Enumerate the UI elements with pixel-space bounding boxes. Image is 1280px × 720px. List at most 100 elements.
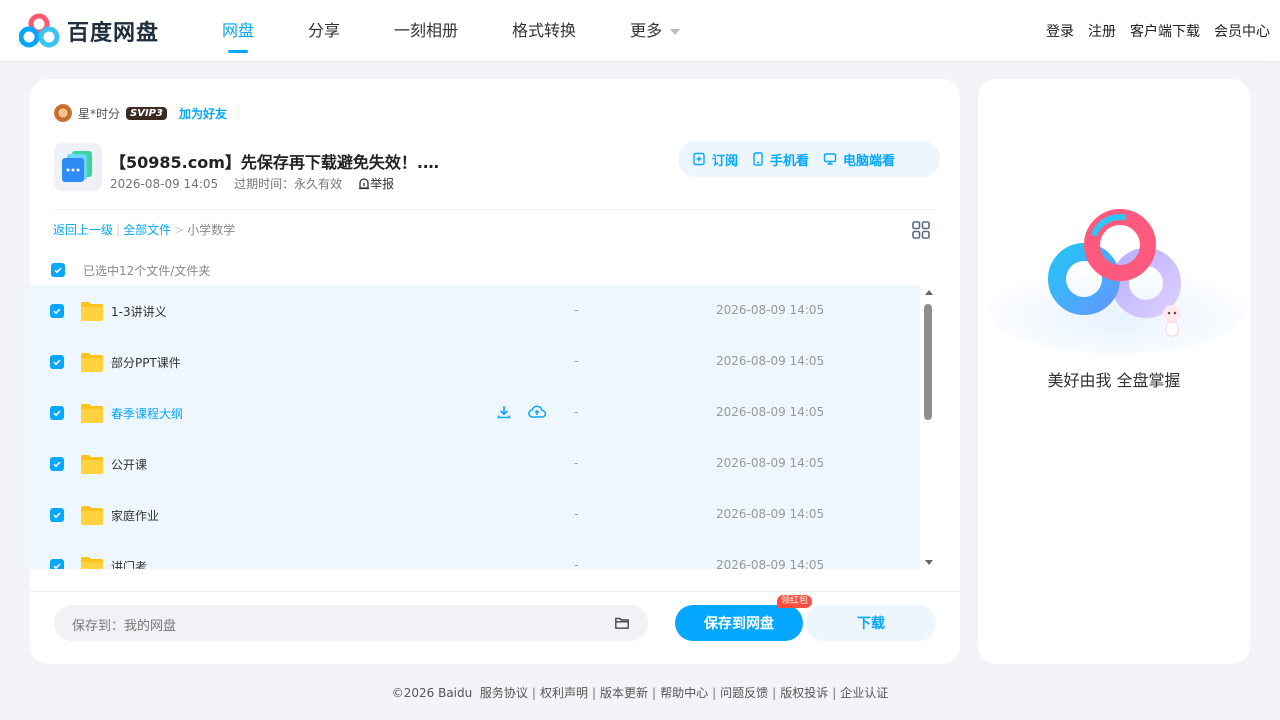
subscribe-button[interactable]: 订阅 <box>692 150 738 169</box>
file-size: - <box>574 354 579 368</box>
row-checkbox[interactable] <box>50 406 64 420</box>
file-size: - <box>574 303 579 317</box>
file-name[interactable]: 1-3讲讲义 <box>111 303 167 320</box>
scroll-up-arrow-icon[interactable] <box>925 290 933 295</box>
select-all-checkbox[interactable] <box>51 263 65 277</box>
breadcrumb-all-files[interactable]: 全部文件 <box>123 223 171 237</box>
nav-tab-more[interactable]: 更多 <box>630 0 681 61</box>
footer-link-version[interactable]: 版本更新 <box>600 686 648 700</box>
login-link[interactable]: 登录 <box>1046 21 1074 41</box>
table-row[interactable]: 讲门考 - 2026-08-09 14:05 <box>30 541 920 569</box>
file-size: - <box>574 405 579 419</box>
nav-label: 一刻相册 <box>394 21 459 40</box>
file-size: - <box>574 558 579 569</box>
footer-separator: | <box>652 686 657 700</box>
subscribe-icon <box>693 152 705 166</box>
add-friend-link[interactable]: 加为好友 <box>179 105 227 122</box>
folder-picker-icon[interactable] <box>614 615 630 631</box>
folder-icon <box>81 506 103 525</box>
file-list-scrollbar[interactable] <box>922 286 936 569</box>
report-label: 举报 <box>370 177 395 191</box>
desktop-view-label: 电脑端看 <box>843 153 896 169</box>
save-to-netdisk-button[interactable]: 保存到网盘 <box>675 605 803 641</box>
netdisk-brand-illustration <box>988 209 1248 354</box>
copyright-text: ©2026 Baidu <box>391 686 473 700</box>
row-checkbox[interactable] <box>50 355 64 369</box>
footer-link-service-agreement[interactable]: 服务协议 <box>480 686 528 700</box>
table-row[interactable]: 家庭作业 - 2026-08-09 14:05 <box>30 490 920 541</box>
file-name[interactable]: 公开课 <box>111 456 147 473</box>
folder-icon <box>81 353 103 372</box>
nav-tab-share[interactable]: 分享 <box>308 0 340 61</box>
footer-link-enterprise[interactable]: 企业认证 <box>840 686 888 700</box>
save-destination-label: 保存到：我的网盘 <box>72 619 177 634</box>
report-icon <box>359 177 370 189</box>
nav-label: 网盘 <box>222 21 255 40</box>
breadcrumb: 返回上一级 | 全部文件 > 小学数学 <box>53 221 235 238</box>
footer-link-feedback[interactable]: 问题反馈 <box>720 686 768 700</box>
red-packet-badge: 领红包 <box>777 595 813 608</box>
netdisk-logo-icon <box>19 13 59 48</box>
footer-link-rights[interactable]: 权利声明 <box>540 686 588 700</box>
main-nav: 网盘 分享 一刻相册 格式转换 更多 <box>222 0 734 61</box>
client-download-link[interactable]: 客户端下载 <box>1130 21 1200 41</box>
row-checkbox[interactable] <box>50 304 64 318</box>
footer-separator: | <box>712 686 717 700</box>
report-link[interactable]: 举报 <box>358 175 410 192</box>
file-name[interactable]: 家庭作业 <box>111 507 159 524</box>
row-checkbox[interactable] <box>50 559 64 569</box>
select-all-row: 已选中12个文件/文件夹 <box>51 262 210 278</box>
page-footer: ©2026 Baidu 服务协议 | 权利声明 | 版本更新 | 帮助中心 | 问题反馈 | 版权投… <box>0 684 1280 701</box>
member-center-link[interactable]: 会员中心 <box>1214 21 1270 41</box>
cloud-save-icon[interactable] <box>528 404 546 420</box>
baidu-netdisk-logo[interactable]: 百度网盘 <box>19 13 159 49</box>
top-navigation-bar: 百度网盘 网盘 分享 一刻相册 格式转换 更多 登录 注册 客户端下载 会员中心 <box>0 0 1280 61</box>
row-checkbox[interactable] <box>50 457 64 471</box>
multi-file-icon <box>62 151 92 182</box>
check-icon <box>54 267 62 274</box>
nav-tab-album[interactable]: 一刻相册 <box>394 0 458 61</box>
footer-link-copyright-complaint[interactable]: 版权投诉 <box>780 686 828 700</box>
register-link[interactable]: 注册 <box>1088 21 1116 41</box>
share-meta: 2026-08-09 14:05 过期时间：永久有效 举报 <box>110 175 426 192</box>
grid-view-icon[interactable] <box>912 221 930 243</box>
svip-badge: SVIP3 <box>126 106 167 120</box>
file-name[interactable]: 讲门考 <box>111 558 147 569</box>
table-row[interactable]: 1-3讲讲义 - 2026-08-09 14:05 <box>30 286 920 337</box>
desktop-view-button[interactable]: 电脑端看 <box>823 150 895 169</box>
save-destination-field[interactable]: 保存到：我的网盘 <box>54 605 648 641</box>
share-created-time: 2026-08-09 14:05 <box>110 176 219 191</box>
breadcrumb-back[interactable]: 返回上一级 <box>53 223 113 237</box>
nav-tab-format-convert[interactable]: 格式转换 <box>512 0 576 61</box>
scroll-down-arrow-icon[interactable] <box>925 560 933 565</box>
table-row[interactable]: 春季课程大纲 - 2026-08-09 14:05 <box>30 388 920 439</box>
row-actions <box>496 404 562 420</box>
promo-slogan: 美好由我 全盘掌握 <box>1047 371 1181 390</box>
file-time: 2026-08-09 14:05 <box>716 507 825 521</box>
footer-separator: | <box>591 686 596 700</box>
header-divider <box>54 209 936 210</box>
folder-icon <box>81 455 103 474</box>
row-checkbox[interactable] <box>50 508 64 522</box>
download-button[interactable]: 下载 <box>806 605 936 641</box>
file-size: - <box>574 456 579 470</box>
file-name[interactable]: 部分PPT课件 <box>111 354 181 371</box>
footer-separator: | <box>772 686 777 700</box>
file-time: 2026-08-09 14:05 <box>716 354 825 368</box>
table-row[interactable]: 公开课 - 2026-08-09 14:05 <box>30 439 920 490</box>
file-list: 1-3讲讲义 - 2026-08-09 14:05 部分PPT课件 - 2026… <box>30 286 920 569</box>
share-file-icon <box>54 143 102 191</box>
footer-link-help[interactable]: 帮助中心 <box>660 686 708 700</box>
share-card: 星*时分 SVIP3 加为好友 【50985.com】先保存再下载避免失效！.…… <box>30 79 960 664</box>
scroll-thumb[interactable] <box>924 304 932 420</box>
breadcrumb-arrow: > <box>174 223 185 237</box>
nav-tab-netdisk[interactable]: 网盘 <box>222 0 254 61</box>
breadcrumb-current: 小学数学 <box>187 223 236 237</box>
table-row[interactable]: 部分PPT课件 - 2026-08-09 14:05 <box>30 337 920 388</box>
mobile-view-button[interactable]: 手机看 <box>752 150 809 169</box>
avatar[interactable] <box>54 104 72 122</box>
download-icon[interactable] <box>496 404 512 420</box>
folder-icon <box>81 557 103 569</box>
file-name[interactable]: 春季课程大纲 <box>111 405 183 422</box>
file-time: 2026-08-09 14:05 <box>716 405 825 419</box>
